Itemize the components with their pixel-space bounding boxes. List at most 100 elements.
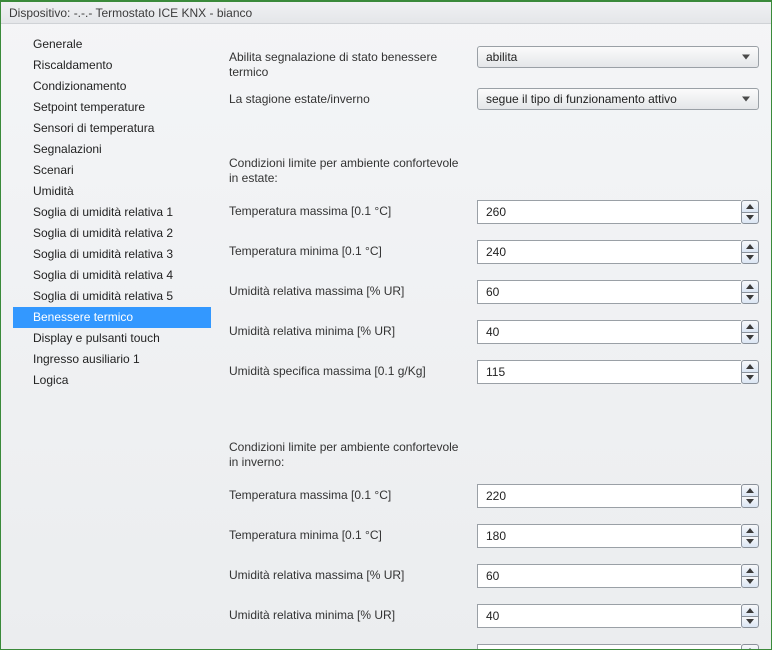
label-winter-tmax: Temperatura massima [0.1 °C]: [229, 484, 477, 503]
sidebar-item-4[interactable]: Sensori di temperatura: [1, 118, 219, 139]
select-season[interactable]: segue il tipo di funzionamento attivo: [477, 88, 759, 110]
sidebar-nav: Generale Riscaldamento Condizionamento Setp…: [1, 24, 219, 649]
spacer: [229, 116, 759, 146]
spacer: [229, 400, 759, 430]
sidebar-item-2[interactable]: Condizionamento: [1, 76, 219, 97]
row-winter-rhmax: Umidità relativa massima [% UR]: [229, 564, 759, 588]
numeric-winter-rhmax: [477, 564, 759, 588]
sidebar-item-label: Soglia di umidità relativa 3: [33, 247, 173, 261]
label-winter-rhmax: Umidità relativa massima [% UR]: [229, 564, 477, 583]
spin-up-winter-shmax[interactable]: [741, 644, 759, 649]
sidebar-item-label: Display e pulsanti touch: [33, 331, 160, 345]
spin-down-winter-rhmax[interactable]: [741, 576, 759, 589]
spin-up-summer-tmin[interactable]: [741, 240, 759, 252]
spin-down-summer-tmax[interactable]: [741, 212, 759, 225]
sidebar-item-15[interactable]: Ingresso ausiliario 1: [1, 349, 219, 370]
spin-up-winter-rhmax[interactable]: [741, 564, 759, 576]
spin-up-summer-shmax[interactable]: [741, 360, 759, 372]
sidebar-item-label: Soglia di umidità relativa 2: [33, 226, 173, 240]
sidebar-item-label: Umidità: [33, 184, 74, 198]
input-winter-tmin[interactable]: [477, 524, 741, 548]
sidebar-item-5[interactable]: Segnalazioni: [1, 139, 219, 160]
spin-up-winter-tmax[interactable]: [741, 484, 759, 496]
label-summer-rhmin: Umidità relativa minima [% UR]: [229, 320, 477, 339]
input-summer-shmax[interactable]: [477, 360, 741, 384]
input-winter-shmax[interactable]: [477, 644, 741, 649]
sidebar-item-label: Logica: [33, 373, 68, 387]
spin-down-winter-rhmin[interactable]: [741, 616, 759, 629]
spin-up-winter-rhmin[interactable]: [741, 604, 759, 616]
sidebar-item-label: Soglia di umidità relativa 1: [33, 205, 173, 219]
row-summer-rhmin: Umidità relativa minima [% UR]: [229, 320, 759, 344]
sidebar-item-14[interactable]: Display e pulsanti touch: [1, 328, 219, 349]
sidebar-item-3[interactable]: Setpoint temperature: [1, 97, 219, 118]
sidebar-item-label: Benessere termico: [33, 310, 133, 324]
sidebar-item-label: Segnalazioni: [33, 142, 102, 156]
sidebar-item-label: Setpoint temperature: [33, 100, 145, 114]
label-summer-rhmax: Umidità relativa massima [% UR]: [229, 280, 477, 299]
sidebar-item-label: Soglia di umidità relativa 5: [33, 289, 173, 303]
numeric-winter-tmax: [477, 484, 759, 508]
sidebar-item-13[interactable]: Benessere termico: [13, 307, 211, 328]
row-winter-shmax: Umidità specifica massima [0.1 g/Kg]: [229, 644, 759, 649]
label-winter-tmin: Temperatura minima [0.1 °C]: [229, 524, 477, 543]
spin-down-summer-rhmin[interactable]: [741, 332, 759, 345]
sidebar-item-6[interactable]: Scenari: [1, 160, 219, 181]
label-winter-rhmin: Umidità relativa minima [% UR]: [229, 604, 477, 623]
spin-down-summer-shmax[interactable]: [741, 372, 759, 385]
body: Generale Riscaldamento Condizionamento Setp…: [1, 24, 771, 649]
row-winter-rhmin: Umidità relativa minima [% UR]: [229, 604, 759, 628]
sidebar-item-11[interactable]: Soglia di umidità relativa 4: [1, 265, 219, 286]
numeric-summer-tmax: [477, 200, 759, 224]
label-season: La stagione estate/inverno: [229, 88, 477, 107]
sidebar-item-0[interactable]: Generale: [1, 34, 219, 55]
sidebar-item-7[interactable]: Umidità: [1, 181, 219, 202]
sidebar-item-label: Sensori di temperatura: [33, 121, 154, 135]
sidebar-item-8[interactable]: Soglia di umidità relativa 1: [1, 202, 219, 223]
input-summer-tmax[interactable]: [477, 200, 741, 224]
spin-down-winter-tmin[interactable]: [741, 536, 759, 549]
spin-up-summer-rhmin[interactable]: [741, 320, 759, 332]
label-enable: Abilita segnalazione di stato benessere …: [229, 46, 477, 80]
row-summer-header: Condizioni limite per ambiente confortev…: [229, 154, 759, 186]
sidebar-item-label: Condizionamento: [33, 79, 126, 93]
sidebar-item-label: Soglia di umidità relativa 4: [33, 268, 173, 282]
sidebar-item-label: Scenari: [33, 163, 74, 177]
numeric-summer-tmin: [477, 240, 759, 264]
sidebar-item-10[interactable]: Soglia di umidità relativa 3: [1, 244, 219, 265]
row-winter-header: Condizioni limite per ambiente confortev…: [229, 438, 759, 470]
numeric-winter-shmax: [477, 644, 759, 649]
window-title: Dispositivo: -.-.- Termostato ICE KNX - …: [1, 2, 771, 24]
sidebar-item-label: Generale: [33, 37, 82, 51]
input-winter-rhmax[interactable]: [477, 564, 741, 588]
label-summer-shmax: Umidità specifica massima [0.1 g/Kg]: [229, 360, 477, 379]
spin-up-winter-tmin[interactable]: [741, 524, 759, 536]
sidebar-item-16[interactable]: Logica: [1, 370, 219, 391]
input-summer-rhmin[interactable]: [477, 320, 741, 344]
row-season: La stagione estate/inverno segue il tipo…: [229, 88, 759, 112]
numeric-winter-rhmin: [477, 604, 759, 628]
select-enable-value: abilita: [486, 50, 517, 64]
window-title-text: Dispositivo: -.-.- Termostato ICE KNX - …: [9, 6, 252, 20]
spin-down-summer-rhmax[interactable]: [741, 292, 759, 305]
sidebar-item-label: Riscaldamento: [33, 58, 112, 72]
row-summer-tmax: Temperatura massima [0.1 °C]: [229, 200, 759, 224]
sidebar-item-12[interactable]: Soglia di umidità relativa 5: [1, 286, 219, 307]
row-winter-tmin: Temperatura minima [0.1 °C]: [229, 524, 759, 548]
input-winter-tmax[interactable]: [477, 484, 741, 508]
device-config-window: Dispositivo: -.-.- Termostato ICE KNX - …: [0, 0, 772, 650]
spin-down-winter-tmax[interactable]: [741, 496, 759, 509]
spin-up-summer-rhmax[interactable]: [741, 280, 759, 292]
select-enable[interactable]: abilita: [477, 46, 759, 68]
numeric-winter-tmin: [477, 524, 759, 548]
numeric-summer-rhmax: [477, 280, 759, 304]
spin-down-summer-tmin[interactable]: [741, 252, 759, 265]
row-summer-tmin: Temperatura minima [0.1 °C]: [229, 240, 759, 264]
sidebar-item-9[interactable]: Soglia di umidità relativa 2: [1, 223, 219, 244]
sidebar-item-1[interactable]: Riscaldamento: [1, 55, 219, 76]
params-panel: Abilita segnalazione di stato benessere …: [219, 24, 771, 649]
input-winter-rhmin[interactable]: [477, 604, 741, 628]
input-summer-tmin[interactable]: [477, 240, 741, 264]
input-summer-rhmax[interactable]: [477, 280, 741, 304]
spin-up-summer-tmax[interactable]: [741, 200, 759, 212]
